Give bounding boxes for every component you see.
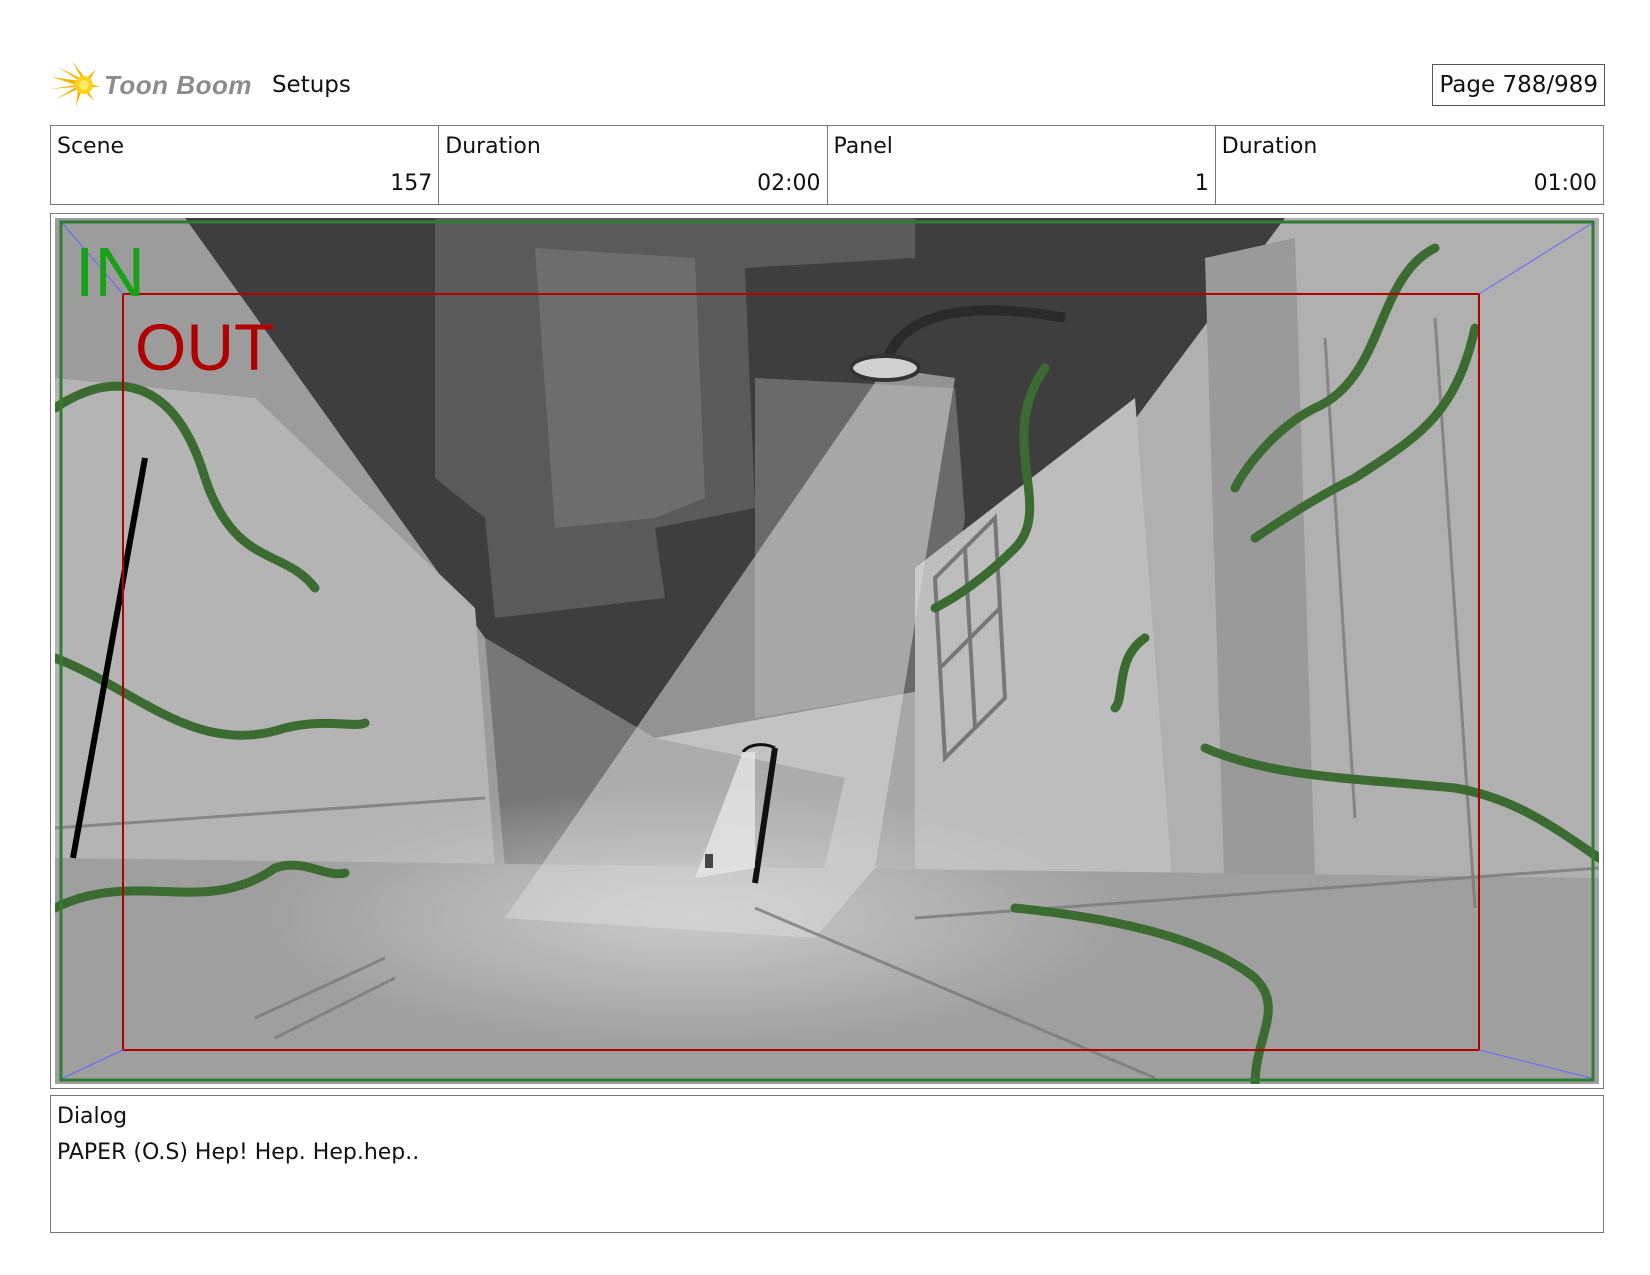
scene-duration-cell: Duration 02:00 — [439, 126, 828, 204]
scene-label: Scene — [57, 134, 125, 159]
dialog-label: Dialog — [57, 1104, 128, 1129]
panel-value: 1 — [1194, 171, 1209, 196]
scene-duration-value: 02:00 — [757, 171, 821, 196]
logo-text: Toon Boom — [104, 69, 252, 100]
scene-info-table: Scene 157 Duration 02:00 Panel 1 Duratio… — [50, 125, 1604, 205]
panel-cell: Panel 1 — [828, 126, 1216, 204]
dialog-text: PAPER (O.S) Hep! Hep. Hep.hep.. — [57, 1140, 420, 1165]
tower-building — [535, 248, 705, 528]
scene-duration-label: Duration — [445, 134, 541, 159]
out-label: OUT — [135, 310, 274, 384]
panel-duration-cell: Duration 01:00 — [1216, 126, 1603, 204]
scene-value: 157 — [390, 171, 433, 196]
scene-cell: Scene 157 — [51, 126, 440, 204]
panel-label: Panel — [833, 134, 893, 159]
sunburst-icon — [50, 61, 100, 107]
toon-boom-logo: Toon Boom Setups — [50, 56, 351, 114]
lamp-head — [849, 354, 921, 382]
tiny-character — [705, 854, 713, 868]
in-label: IN — [75, 233, 145, 311]
storyboard-panel: IN OUT — [50, 213, 1604, 1089]
panel-drawing: IN OUT — [55, 218, 1599, 1084]
page-number: Page 788/989 — [1432, 64, 1605, 106]
dialog-box: Dialog PAPER (O.S) Hep! Hep. Hep.hep.. — [50, 1095, 1604, 1233]
section-title: Setups — [271, 72, 351, 98]
page-header: Toon Boom Setups Page 788/989 — [50, 56, 1605, 114]
panel-duration-value: 01:00 — [1533, 171, 1597, 196]
panel-duration-label: Duration — [1221, 134, 1318, 159]
